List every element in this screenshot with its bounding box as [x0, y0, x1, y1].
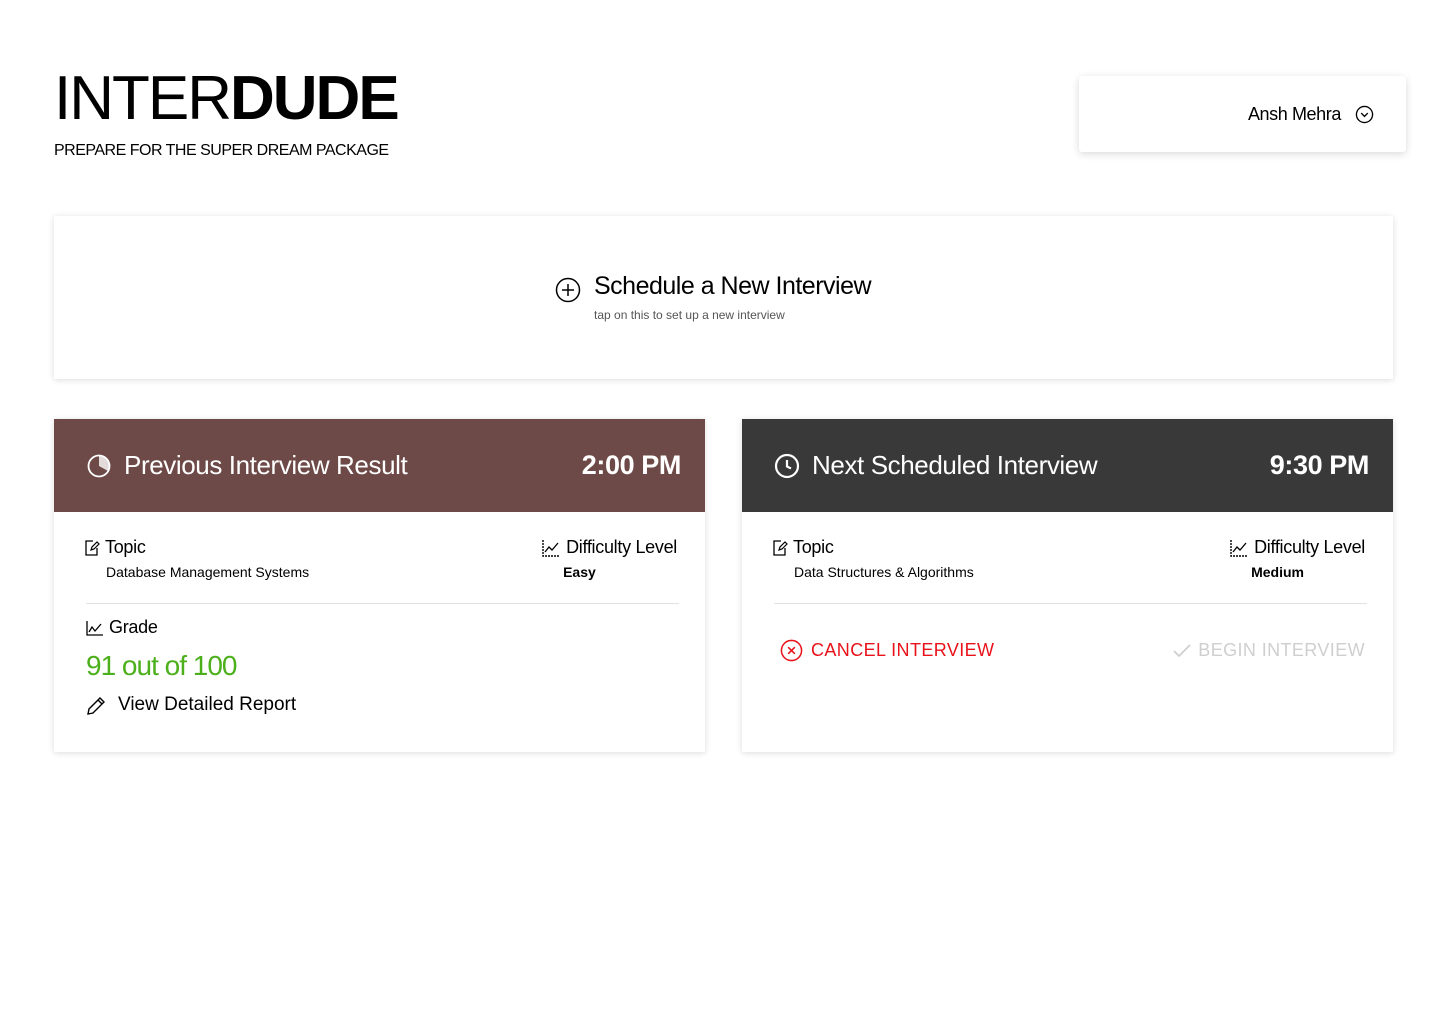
logo-bold: DUDE	[230, 64, 400, 133]
report-label: View Detailed Report	[118, 694, 297, 715]
edit-icon	[85, 539, 100, 556]
pie-chart-icon	[87, 454, 111, 477]
clock-icon	[774, 453, 800, 478]
difficulty-label: Difficulty Level	[566, 537, 677, 557]
user-menu[interactable]: Ansh Mehra	[1079, 76, 1406, 152]
grade-score: 91 out of 100	[86, 650, 237, 681]
card-header: Previous Interview Result 2:00 PM	[54, 419, 705, 512]
app-logo: INTERDUDE	[54, 64, 400, 133]
interview-time: 9:30 PM	[1269, 450, 1370, 480]
title-rest: Interview Result	[221, 450, 408, 480]
title-strong: Previous	[124, 450, 222, 480]
user-name: Ansh Mehra	[1247, 103, 1341, 124]
schedule-subtitle: tap on this to set up a new interview	[594, 308, 785, 322]
previous-interview-card: Previous Interview Result 2:00 PM Topic …	[54, 419, 705, 752]
card-title: Next Scheduled Interview	[812, 450, 1270, 481]
topic-label: Topic	[105, 537, 146, 557]
card-header: Next Scheduled Interview 9:30 PM	[742, 419, 1393, 512]
card-title: Previous Interview Result	[124, 450, 582, 481]
tagline: PREPARE FOR THE SUPER DREAM PACKAGE	[54, 142, 389, 159]
line-chart-icon	[542, 539, 561, 557]
title-rest: Scheduled Interview	[863, 450, 1098, 480]
close-circle-icon	[780, 639, 803, 662]
interview-time: 2:00 PM	[581, 450, 682, 480]
check-icon	[1173, 643, 1191, 657]
difficulty-value: Easy	[563, 564, 596, 580]
schedule-new-interview-button[interactable]: Schedule a New Interview tap on this to …	[54, 216, 1393, 379]
difficulty-label: Difficulty Level	[1254, 537, 1365, 557]
cancel-label: CANCEL INTERVIEW	[811, 640, 995, 660]
edit-icon	[773, 539, 788, 556]
chevron-down-icon	[1355, 105, 1374, 123]
grade-label: Grade	[109, 617, 158, 637]
topic-value: Data Structures & Algorithms	[794, 564, 974, 580]
next-interview-card: Next Scheduled Interview 9:30 PM Topic D…	[742, 419, 1393, 752]
plus-circle-icon	[555, 277, 581, 303]
topic-label: Topic	[793, 537, 834, 557]
divider	[86, 603, 679, 604]
pencil-icon	[87, 697, 105, 715]
divider	[774, 603, 1367, 604]
begin-interview-button[interactable]: BEGIN INTERVIEW	[1172, 639, 1365, 662]
view-detailed-report-link[interactable]: View Detailed Report	[86, 694, 296, 716]
line-chart-icon	[1230, 539, 1249, 557]
topic-value: Database Management Systems	[106, 564, 310, 580]
begin-label: BEGIN INTERVIEW	[1198, 640, 1365, 660]
difficulty-value: Medium	[1251, 564, 1304, 580]
schedule-title: Schedule a New Interview	[594, 272, 872, 300]
title-strong: Next	[812, 450, 864, 480]
grade-chart-icon	[86, 620, 103, 636]
logo-light: INTER	[54, 64, 232, 133]
cancel-interview-button[interactable]: CANCEL INTERVIEW	[780, 639, 994, 662]
